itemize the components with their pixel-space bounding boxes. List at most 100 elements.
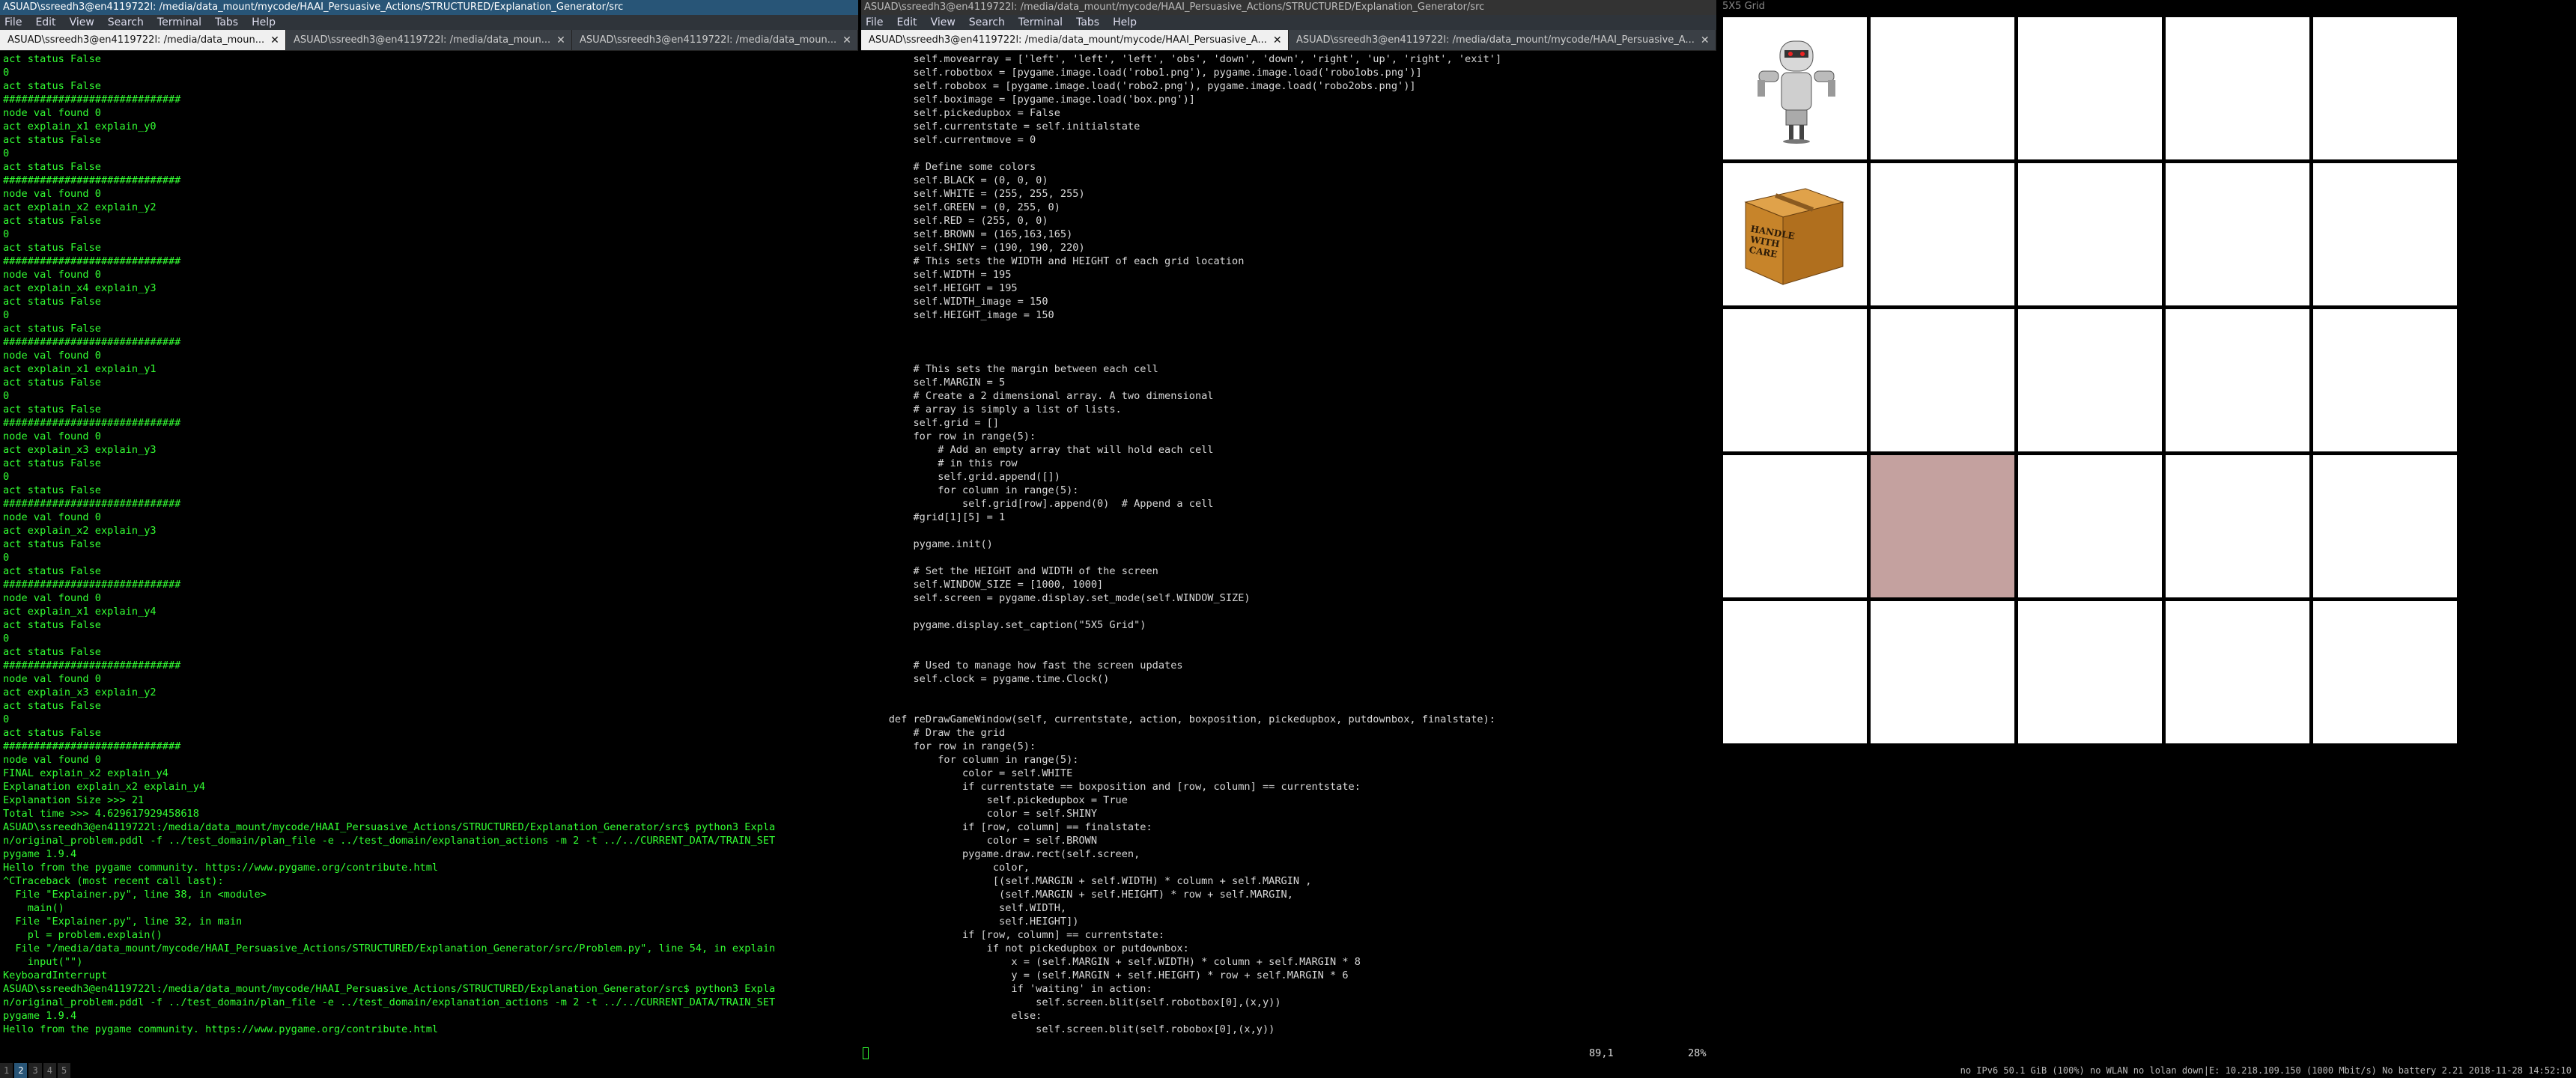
terminal-line: 0: [3, 633, 10, 645]
left-terminal-output[interactable]: act status False 0 act status False #######…: [0, 52, 858, 1062]
terminal-line: for column in range(5):: [864, 754, 1079, 766]
menu-terminal[interactable]: Terminal: [157, 15, 201, 30]
menu-help[interactable]: Help: [252, 15, 276, 30]
terminal-line: # This sets the WIDTH and HEIGHT of each…: [864, 255, 1245, 267]
terminal-line: # array is simply a list of lists.: [864, 404, 1122, 415]
close-icon[interactable]: ✕: [1701, 34, 1710, 46]
terminal-line: y = (self.MARGIN + self.HEIGHT) * row + …: [864, 969, 1349, 981]
tab-terminal-3[interactable]: ASUAD\ssreedh3@en4119722l: /media/data_m…: [572, 30, 858, 50]
terminal-line: act status False: [3, 727, 101, 739]
terminal-line: if [row, column] == finalstate:: [864, 821, 1152, 833]
terminal-line: self.pickedupbox = False: [864, 107, 1060, 119]
menu-edit[interactable]: Edit: [35, 15, 55, 30]
grid-window-title[interactable]: 5X5 Grid: [1719, 0, 2576, 13]
grid-cell-r1-c1: [1871, 163, 2014, 305]
menu-edit[interactable]: Edit: [896, 15, 917, 30]
terminal-line: color = self.WHITE: [864, 767, 1073, 779]
close-icon[interactable]: ✕: [1273, 34, 1282, 46]
terminal-line: act status False: [3, 484, 101, 496]
terminal-line: #############################: [3, 740, 181, 752]
scroll-percent: 28%: [1688, 1047, 1707, 1059]
tab-editor-1[interactable]: ASUAD\ssreedh3@en4119722l: /media/data_m…: [861, 30, 1289, 50]
tab-editor-2[interactable]: ASUAD\ssreedh3@en4119722l: /media/data_m…: [1289, 30, 1716, 50]
vim-code-view[interactable]: self.movearray = ['left', 'left', 'left'…: [861, 52, 1716, 1045]
middle-menubar: File Edit View Search Terminal Tabs Help: [861, 15, 1716, 30]
terminal-line: def reDrawGameWindow(self, currentstate,…: [864, 713, 1495, 725]
close-icon[interactable]: ✕: [842, 34, 851, 46]
terminal-line: self.grid.append([]): [864, 471, 1060, 483]
terminal-line: act status False: [3, 242, 101, 254]
grid-cell-r1-c0: HANDLE WITH CARE: [1723, 163, 1867, 305]
close-icon[interactable]: ✕: [270, 34, 279, 46]
terminal-line: node val found 0: [3, 592, 101, 604]
workspace-3[interactable]: 3: [28, 1063, 42, 1078]
grid-cell-r0-c1: [1871, 17, 2014, 159]
grid-cell-r0-c4: [2313, 17, 2457, 159]
terminal-line: 0: [3, 552, 10, 564]
grid-canvas[interactable]: HANDLE WITH CARE: [1719, 13, 2470, 756]
workspace-list: 12345: [0, 1063, 72, 1078]
menu-tabs[interactable]: Tabs: [215, 15, 238, 30]
grid-cell-r1-c4: [2313, 163, 2457, 305]
terminal-line: act status False: [3, 215, 101, 227]
workspace-5[interactable]: 5: [57, 1063, 71, 1078]
workspace-4[interactable]: 4: [43, 1063, 56, 1078]
terminal-line: act status False: [3, 404, 101, 415]
menu-search[interactable]: Search: [108, 15, 144, 30]
menu-search[interactable]: Search: [969, 15, 1005, 30]
menu-view[interactable]: View: [70, 15, 94, 30]
workspace-1[interactable]: 1: [0, 1063, 13, 1078]
terminal-line: File "/media/data_mount/mycode/HAAI_Pers…: [3, 943, 776, 954]
menu-help[interactable]: Help: [1113, 15, 1137, 30]
tab-label: ASUAD\ssreedh3@en4119722l: /media/data_m…: [580, 34, 837, 46]
terminal-line: #############################: [3, 417, 181, 429]
menu-file[interactable]: File: [4, 15, 22, 30]
terminal-line: Total time >>> 4.629617929458618: [3, 808, 199, 820]
terminal-line: [(self.MARGIN + self.WIDTH) * column + s…: [864, 875, 1312, 887]
box-label: HANDLE WITH CARE: [1748, 223, 1796, 260]
terminal-line: # Create a 2 dimensional array. A two di…: [864, 390, 1214, 402]
terminal-line: n/original_problem.pddl -f ../test_domai…: [3, 835, 776, 847]
cursor-position: 89,1: [1589, 1047, 1614, 1059]
terminal-line: 0: [3, 147, 10, 159]
grid-cell-r4-c2: [2018, 601, 2162, 743]
menu-tabs[interactable]: Tabs: [1076, 15, 1099, 30]
terminal-line: act status False: [3, 565, 101, 577]
grid-cell-r4-c1: [1871, 601, 2014, 743]
close-icon[interactable]: ✕: [556, 34, 565, 46]
grid-cell-r4-c3: [2166, 601, 2309, 743]
terminal-line: #############################: [3, 94, 181, 106]
terminal-line: act status False: [3, 53, 101, 65]
terminal-line: act explain_x1 explain_y1: [3, 363, 157, 375]
terminal-line: # Add an empty array that will hold each…: [864, 444, 1214, 456]
grid-cell-r3-c1: [1871, 455, 2014, 597]
menu-view[interactable]: View: [931, 15, 956, 30]
middle-window-title[interactable]: ASUAD\ssreedh3@en4119722l: /media/data_m…: [861, 0, 1716, 15]
workspace-2[interactable]: 2: [14, 1063, 28, 1078]
terminal-line: ASUAD\ssreedh3@en4119722l:/media/data_mo…: [3, 983, 776, 995]
grid-cell-r2-c4: [2313, 309, 2457, 451]
grid-cell-r3-c2: [2018, 455, 2162, 597]
tab-terminal-1[interactable]: ASUAD\ssreedh3@en4119722l: /media/data_m…: [0, 30, 286, 50]
menu-terminal[interactable]: Terminal: [1018, 15, 1063, 30]
menu-file[interactable]: File: [866, 15, 883, 30]
terminal-line: 0: [3, 390, 10, 402]
left-menubar: File Edit View Search Terminal Tabs Help: [0, 15, 858, 30]
cardboard-box-icon: HANDLE WITH CARE: [1738, 180, 1850, 290]
grid-cell-r3-c0: [1723, 455, 1867, 597]
terminal-line: self.pickedupbox = True: [864, 794, 1128, 806]
terminal-line: self.HEIGHT_image = 150: [864, 309, 1054, 321]
terminal-line: if 'waiting' in action:: [864, 983, 1152, 995]
terminal-line: # Define some colors: [864, 161, 1036, 173]
tab-terminal-2[interactable]: ASUAD\ssreedh3@en4119722l: /media/data_m…: [286, 30, 572, 50]
terminal-line: self.robotbox = [pygame.image.load('robo…: [864, 67, 1422, 79]
left-window-title[interactable]: ASUAD\ssreedh3@en4119722l: /media/data_m…: [0, 0, 858, 15]
terminal-line: act explain_x2 explain_y3: [3, 525, 157, 537]
terminal-line: act explain_x2 explain_y2: [3, 201, 157, 213]
terminal-line: color = self.BROWN: [864, 835, 1097, 847]
